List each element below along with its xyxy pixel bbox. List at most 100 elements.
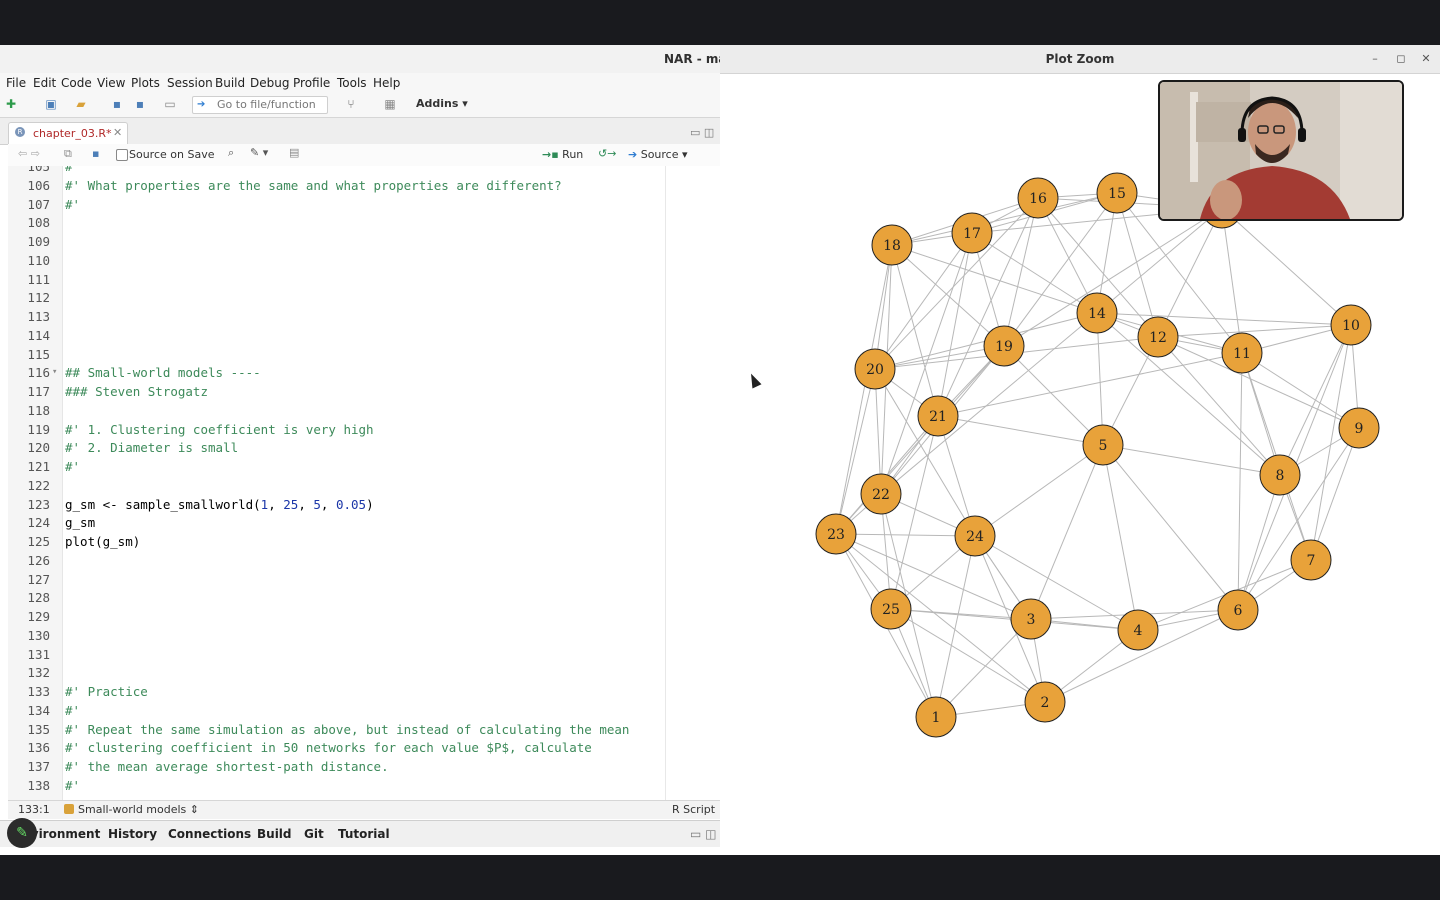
source-arrow-icon: ➔ [628, 148, 638, 161]
addins-menu[interactable]: Addins ▾ [416, 97, 468, 110]
line-text: plot(g_sm) [65, 534, 141, 549]
file-tab-label: chapter_03.R* [33, 127, 112, 140]
line-text: #' What properties are the same and what… [65, 177, 562, 193]
code-line: 117 ### Steven Strogatz [8, 382, 720, 401]
bottom-pane-tabs: Environment History Connections Build Gi… [0, 820, 720, 847]
pen-tool-icon[interactable]: ✎ [7, 818, 37, 848]
vcs-icon[interactable]: ⑂ [344, 97, 358, 111]
tab-tutorial[interactable]: Tutorial [338, 827, 390, 841]
pane-minimize-icon[interactable]: ▭ ◫ [690, 126, 714, 139]
graph-node-label: 19 [995, 339, 1013, 355]
code-line: 107 #' [8, 195, 720, 214]
menu-code[interactable]: Code [61, 76, 92, 90]
code-line: 120 #' 2. Diameter is small [8, 438, 720, 457]
line-number: 121 [27, 459, 50, 474]
minimize-icon[interactable]: – [1368, 52, 1382, 66]
addins-label: Addins [416, 97, 459, 110]
line-number: 107 [27, 196, 50, 212]
main-toolbar: ✚ ▣ ▰ ▪ ▪ ▭ ➔ Go to file/function ⑂ ▦ Ad… [0, 93, 720, 118]
new-project-icon[interactable]: ▣ [44, 97, 58, 111]
code-line: 112 [8, 288, 720, 307]
code-editor[interactable]: 105 #' 106 #' What properties are the same … [8, 166, 720, 800]
code-line: 130 [8, 626, 720, 645]
section-label: Small-world models [78, 803, 187, 816]
section-navigator[interactable]: Small-world models ⇕ [64, 803, 199, 816]
code-tools-icon[interactable]: ✎ ▾ [250, 146, 268, 159]
menu-plots[interactable]: Plots [131, 76, 160, 90]
menu-help[interactable]: Help [373, 76, 400, 90]
graph-node-label: 23 [827, 527, 845, 543]
code-line: 123 g_sm <- sample_smallworld(1, 25, 5, 0… [8, 495, 720, 514]
document-outline-icon[interactable]: ▤ [289, 146, 299, 159]
run-arrow-icon: →▪ [542, 148, 559, 161]
tab-git[interactable]: Git [304, 827, 324, 841]
open-file-icon[interactable]: ▰ [74, 97, 88, 111]
close-tab-icon[interactable]: ✕ [113, 126, 122, 139]
back-icon[interactable]: ⇦ ⇨ [18, 147, 40, 160]
graph-node-label: 21 [929, 409, 947, 425]
plot-zoom-titlebar: Plot Zoom – ◻ ✕ [720, 45, 1440, 74]
new-file-icon[interactable]: ✚ [4, 97, 18, 111]
fold-toggle-icon[interactable]: ▾ [52, 363, 57, 382]
tab-build[interactable]: Build [257, 827, 292, 841]
graph-node-label: 20 [866, 362, 884, 378]
webcam-feed [1160, 82, 1402, 219]
line-number: 113 [27, 309, 50, 324]
line-number: 114 [27, 327, 50, 343]
code-line: 137 #' the mean average shortest-path dis… [8, 757, 720, 776]
save-all-icon[interactable]: ▪ [133, 97, 147, 111]
line-number: 120 [27, 440, 50, 456]
tab-history[interactable]: History [108, 827, 157, 841]
menu-profile[interactable]: Profile [293, 76, 330, 90]
graph-edge [1237, 352, 1243, 611]
code-line: 111 [8, 270, 720, 289]
tab-connections[interactable]: Connections [168, 827, 251, 841]
menu-session[interactable]: Session [167, 76, 213, 90]
save-icon[interactable]: ▪ [110, 97, 124, 111]
graph-edge [1241, 352, 1360, 429]
pane-layout-icon[interactable]: ▦ [383, 97, 397, 111]
file-tab-chapter-03[interactable]: R chapter_03.R* ✕ [8, 122, 128, 145]
save-file-icon[interactable]: ▪ [92, 147, 99, 160]
graph-node-label: 3 [1027, 612, 1036, 628]
code-line: 122 [8, 476, 720, 495]
screen-letterbox-bottom [0, 855, 1440, 900]
line-number: 126 [27, 552, 50, 568]
code-line: 135 #' Repeat the same simulation as abov… [8, 720, 720, 739]
show-in-window-icon[interactable]: ⧉ [64, 147, 72, 161]
code-line: 119 #' 1. Clustering coefficient is very … [8, 420, 720, 439]
close-icon[interactable]: ✕ [1419, 52, 1433, 66]
window-title: NAR - main [664, 52, 720, 66]
maximize-icon[interactable]: ◻ [1394, 52, 1408, 66]
line-number: 111 [27, 271, 50, 287]
print-icon[interactable]: ▭ [163, 97, 177, 111]
line-number: 119 [27, 421, 50, 437]
graph-edge [935, 535, 976, 718]
source-button[interactable]: ➔ Source ▾ [628, 148, 688, 161]
menu-edit[interactable]: Edit [33, 76, 56, 90]
menu-build[interactable]: Build [215, 76, 245, 90]
run-button[interactable]: →▪ Run [542, 148, 583, 161]
file-type-label[interactable]: R Script [672, 803, 715, 816]
menu-debug[interactable]: Debug [250, 76, 289, 90]
editor-toolbar: ⇦ ⇨ ⧉ ▪ Source on Save ⌕ ✎ ▾ ▤ →▪ Run ↺→… [8, 144, 720, 167]
menu-tools[interactable]: Tools [337, 76, 367, 90]
menu-view[interactable]: View [97, 76, 125, 90]
code-line: 109 [8, 232, 720, 251]
rerun-icon[interactable]: ↺→ [598, 147, 616, 160]
menu-file[interactable]: File [6, 76, 26, 90]
graph-edge [937, 352, 1243, 417]
pane-restore-icon[interactable]: ▭ ◫ [690, 827, 717, 841]
graph-edge [835, 533, 976, 537]
graph-edge [937, 232, 973, 417]
line-number: 132 [27, 665, 50, 681]
code-line: 132 [8, 663, 720, 682]
graph-edge [891, 244, 1005, 347]
line-number: 135 [27, 721, 50, 737]
search-icon[interactable]: ⌕ [228, 146, 234, 160]
graph-node-label: 8 [1276, 468, 1285, 484]
graph-node-label: 2 [1041, 695, 1050, 711]
source-on-save-checkbox[interactable] [116, 149, 128, 161]
code-line: 121 #' [8, 457, 720, 476]
goto-file-input[interactable]: ➔ Go to file/function [192, 96, 328, 114]
